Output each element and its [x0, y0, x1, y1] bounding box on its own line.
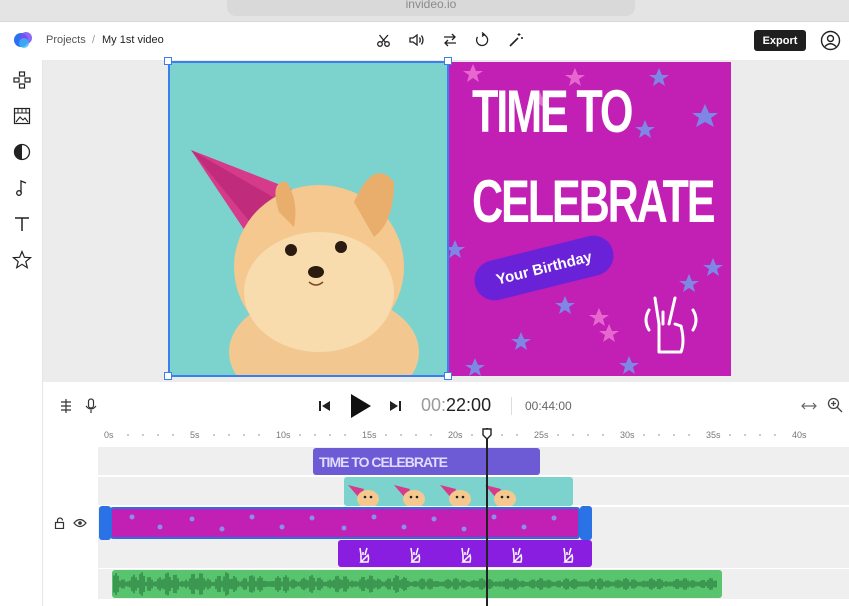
ruler-tick	[501, 434, 503, 436]
headline-line-2: CELEBRATE	[472, 168, 716, 235]
play-button[interactable]	[346, 392, 374, 420]
selection-frame	[168, 61, 449, 377]
magic-wand-icon[interactable]	[506, 30, 526, 50]
left-sidebar	[0, 60, 43, 606]
ruler-tick	[213, 434, 215, 436]
ruler-tick	[471, 434, 473, 436]
ruler-tick	[602, 434, 604, 436]
ruler-tick	[415, 434, 417, 436]
ruler-label: 25s	[534, 430, 549, 440]
ruler-label: 40s	[792, 430, 807, 440]
rock-hand-icon	[562, 547, 573, 563]
ruler-tick	[385, 434, 387, 436]
volume-icon[interactable]	[407, 30, 427, 50]
rock-hand-icon	[410, 547, 421, 563]
ruler-tick	[228, 434, 230, 436]
rotate-icon[interactable]	[472, 30, 492, 50]
split-icon[interactable]	[57, 397, 75, 415]
photo-thumbnail	[436, 477, 482, 506]
fit-width-icon[interactable]	[800, 397, 818, 415]
swap-icon[interactable]	[440, 30, 460, 50]
playhead[interactable]	[486, 428, 488, 606]
ruler-tick	[673, 434, 675, 436]
ruler-tick	[516, 434, 518, 436]
ruler-tick	[643, 434, 645, 436]
ruler-tick	[759, 434, 761, 436]
profile-icon[interactable]	[820, 30, 841, 51]
playhead-handle[interactable]	[482, 428, 492, 440]
photo-clip[interactable]	[344, 477, 573, 506]
audio-clip[interactable]	[112, 570, 722, 598]
breadcrumb-separator: /	[92, 34, 96, 46]
rock-hand-icon	[461, 547, 472, 563]
lock-icon[interactable]	[54, 516, 66, 534]
text-clip[interactable]: TIME TO CELEBRATE	[313, 448, 540, 475]
music-icon[interactable]	[11, 177, 33, 199]
ruler-tick	[329, 434, 331, 436]
ruler-tick	[572, 434, 574, 436]
media-icon[interactable]	[11, 105, 33, 127]
total-time: 00:44:00	[525, 399, 572, 413]
ruler-tick	[299, 434, 301, 436]
ruler-label: 20s	[448, 430, 463, 440]
ruler-tick	[658, 434, 660, 436]
ruler-tick	[314, 434, 316, 436]
time-divider	[511, 397, 512, 415]
text-icon[interactable]	[11, 213, 33, 235]
breadcrumb-current[interactable]: My 1st video	[102, 34, 164, 46]
ruler-tick	[258, 434, 260, 436]
photo-thumbnail	[344, 477, 390, 506]
ruler-tick	[587, 434, 589, 436]
scissors-icon[interactable]	[374, 30, 394, 50]
photo-thumbnail	[390, 477, 436, 506]
ruler-label: 5s	[190, 430, 200, 440]
ruler-label: 30s	[620, 430, 635, 440]
ruler-label: 35s	[706, 430, 721, 440]
export-button[interactable]: Export	[754, 30, 806, 51]
resize-handle-tr[interactable]	[444, 57, 452, 65]
resize-handle-tl[interactable]	[164, 57, 172, 65]
ruler-tick	[774, 434, 776, 436]
clip-trim-handle-right[interactable]	[580, 506, 592, 540]
url-bar[interactable]: invideo.io	[227, 0, 635, 16]
current-time: 00:22:00	[421, 395, 492, 415]
ruler-tick	[243, 434, 245, 436]
ruler-tick	[142, 434, 144, 436]
ruler-label: 15s	[362, 430, 377, 440]
ruler-tick	[172, 434, 174, 436]
sticker-clip[interactable]	[338, 540, 592, 567]
resize-handle-br[interactable]	[444, 372, 452, 380]
headline-line-1: TIME TO	[472, 78, 633, 145]
photo-thumbnail	[481, 477, 527, 506]
rock-hand-icon	[359, 547, 370, 563]
clip-trim-handle-left[interactable]	[99, 506, 111, 540]
skip-back-icon[interactable]	[316, 397, 334, 415]
ruler-label: 0s	[104, 430, 114, 440]
ruler-tick	[744, 434, 746, 436]
resize-handle-bl[interactable]	[164, 372, 172, 380]
microphone-icon[interactable]	[82, 397, 100, 415]
visibility-icon[interactable]	[73, 516, 87, 534]
photo-thumbnail	[527, 477, 573, 506]
background-clip[interactable]	[110, 507, 580, 539]
invideo-logo[interactable]	[12, 29, 34, 51]
ruler-tick	[688, 434, 690, 436]
stickers-icon[interactable]	[11, 141, 33, 163]
ruler-tick	[729, 434, 731, 436]
ruler-tick	[557, 434, 559, 436]
ruler-tick	[400, 434, 402, 436]
ruler-tick	[157, 434, 159, 436]
favorites-icon[interactable]	[11, 249, 33, 271]
rock-hand-icon	[511, 547, 523, 563]
ruler-tick	[127, 434, 129, 436]
skip-forward-icon[interactable]	[386, 397, 404, 415]
ruler-label: 10s	[276, 430, 291, 440]
zoom-in-icon[interactable]	[826, 396, 844, 414]
ruler-tick	[344, 434, 346, 436]
templates-icon[interactable]	[11, 69, 33, 91]
app-header: Projects / My 1st video Export	[0, 22, 849, 60]
browser-chrome: invideo.io	[0, 0, 849, 22]
ruler-tick	[430, 434, 432, 436]
breadcrumb-projects[interactable]: Projects	[46, 34, 86, 46]
